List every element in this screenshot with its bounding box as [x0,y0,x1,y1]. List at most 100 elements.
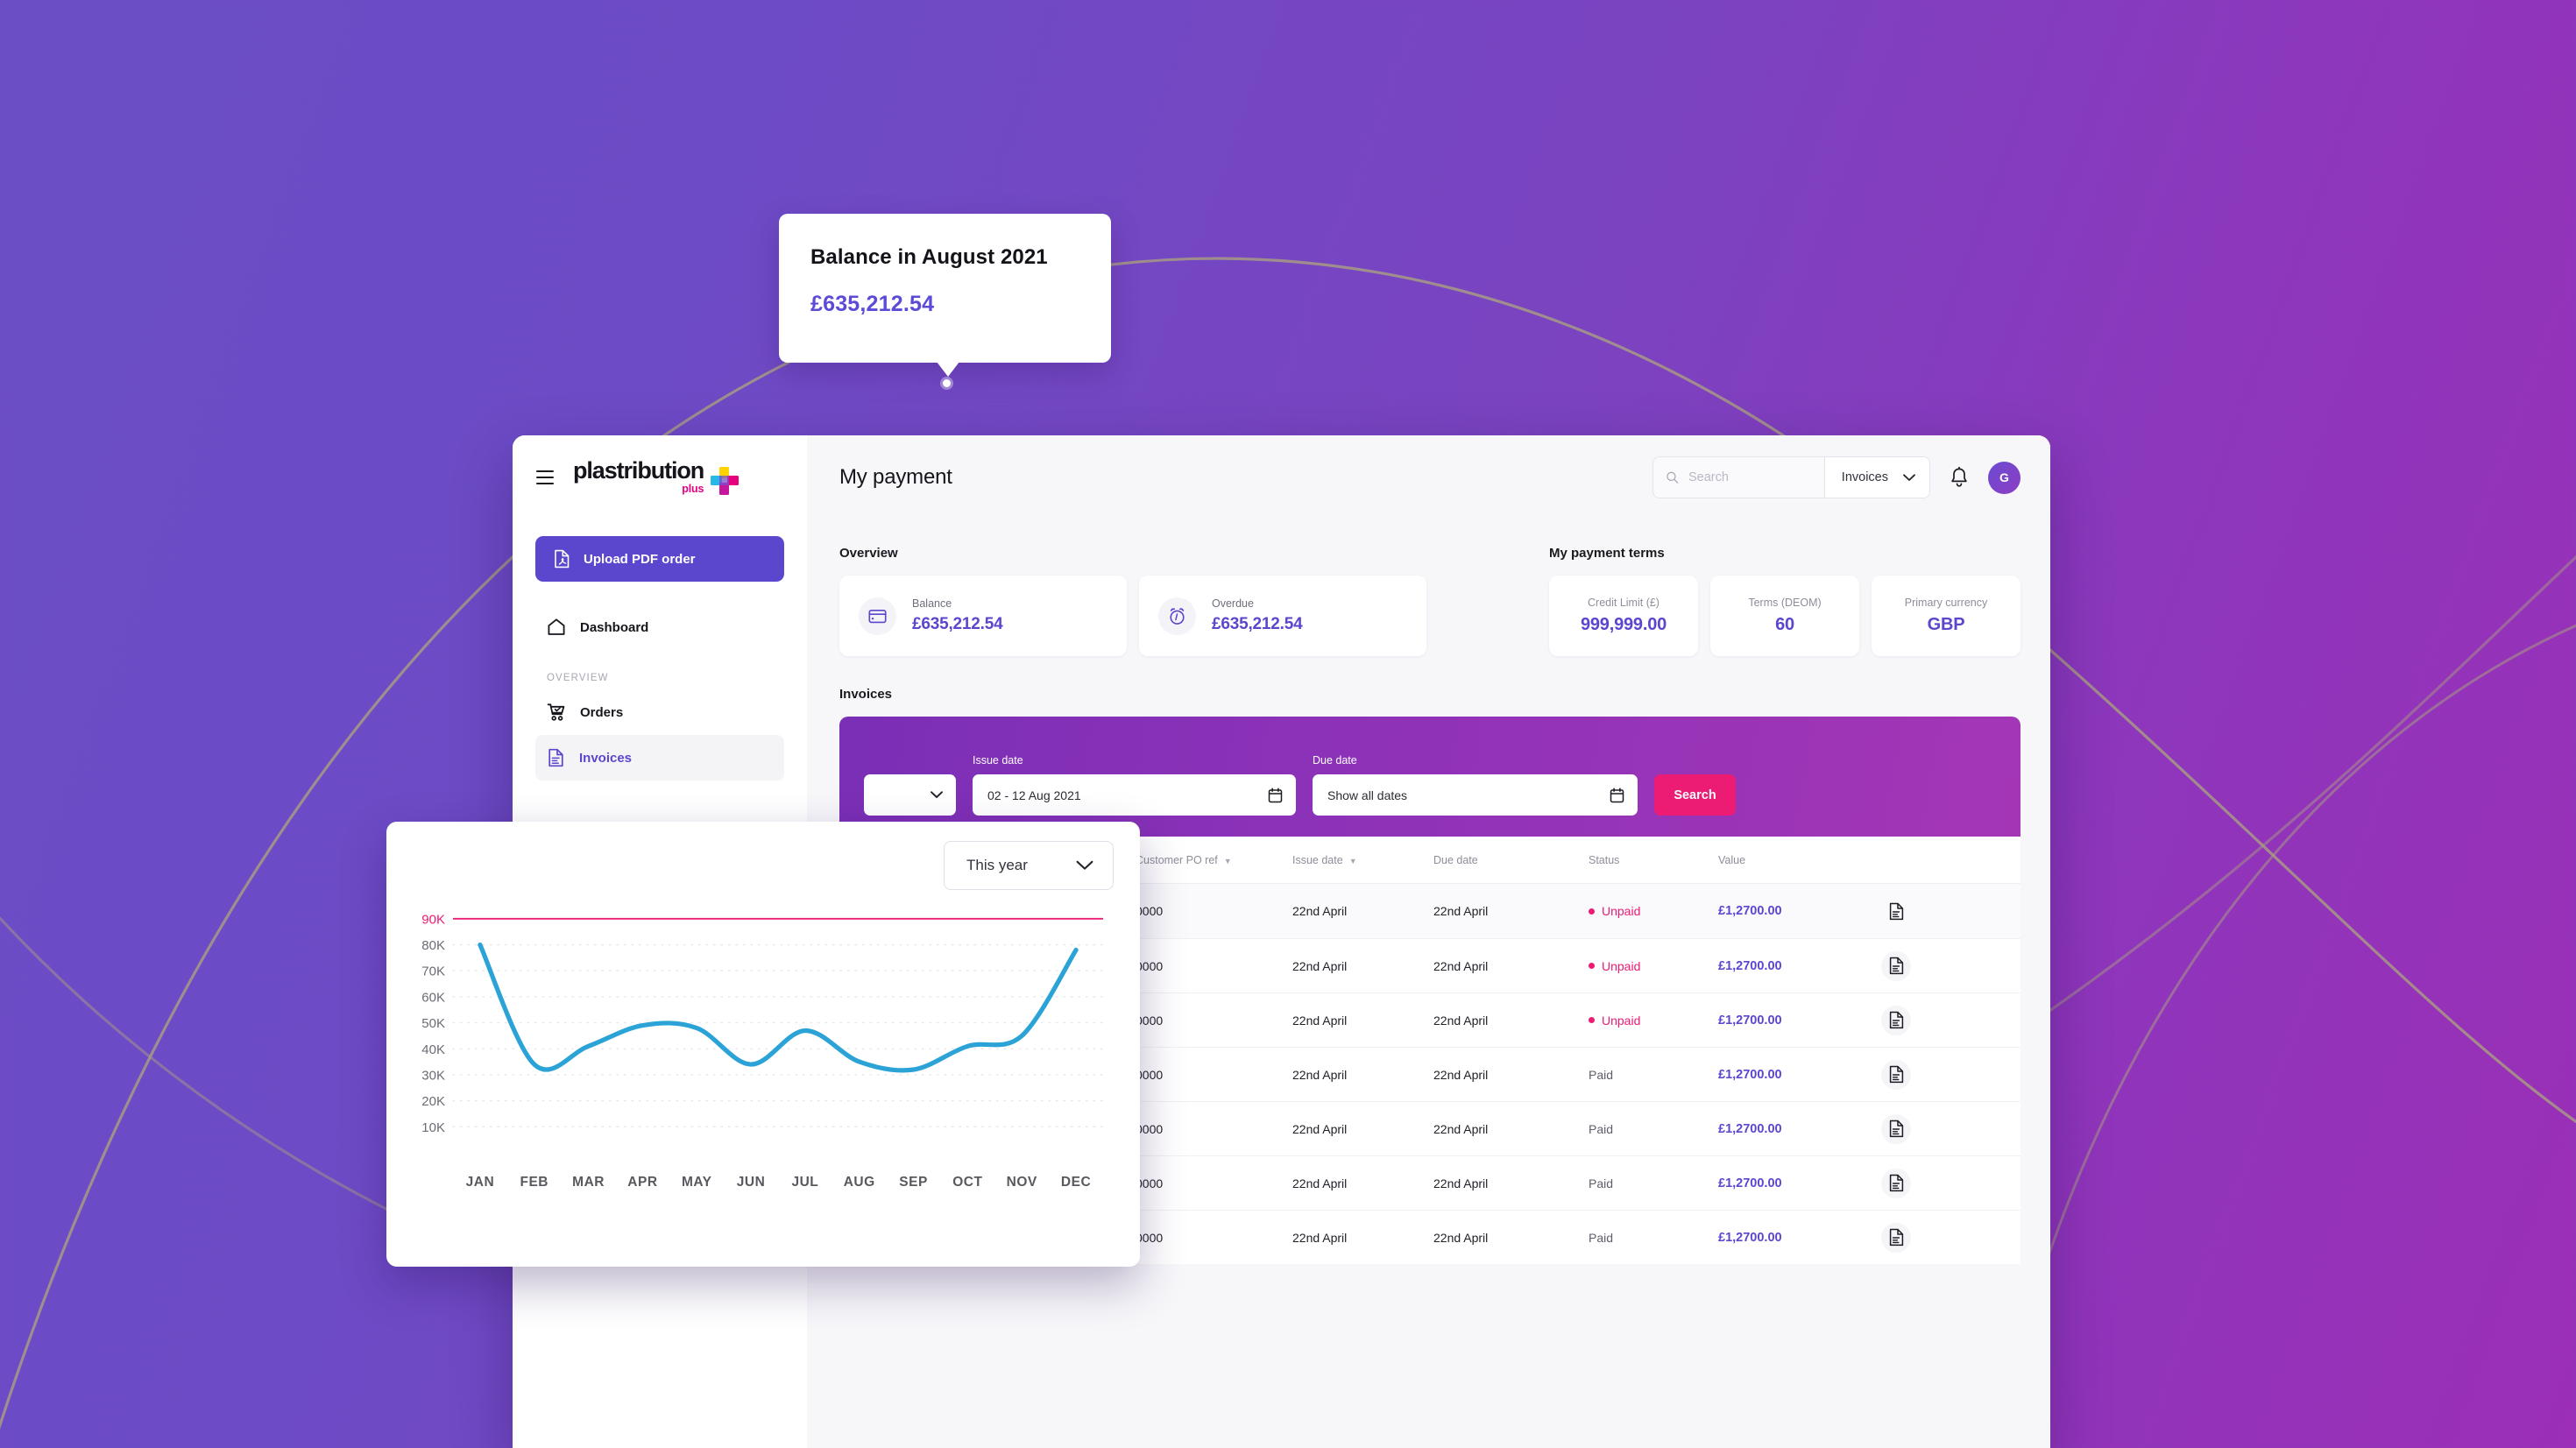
status-badge: Unpaid [1589,959,1718,973]
chevron-down-icon [931,791,943,798]
cell-customer-po-ref: 0000 [1136,1121,1164,1136]
home-icon [548,618,565,635]
y-tick-label: 90K [421,912,445,927]
shopping-cart-icon [547,703,565,721]
cell-value: £1,2700.00 [1718,1230,1782,1245]
status-badge: Paid [1589,1176,1614,1190]
issue-date-input[interactable]: 02 - 12 Aug 2021 [973,774,1296,816]
y-tick-label: 70K [421,964,445,979]
payment-terms-title: My payment terms [1549,546,1665,561]
cell-value: £1,2700.00 [1718,1013,1782,1028]
y-tick-label: 50K [421,1016,445,1031]
calendar-icon [1610,787,1624,802]
credit-card-icon [868,609,887,623]
view-document-button[interactable] [1881,950,1911,981]
document-icon [1889,1011,1903,1029]
scope-select[interactable]: Invoices [1823,457,1929,498]
column-header-value[interactable]: Value [1718,854,1881,866]
upload-pdf-order-button[interactable]: Upload PDF order [535,536,784,582]
document-icon [1889,902,1903,920]
cell-value: £1,2700.00 [1718,958,1782,973]
y-tick-label: 80K [421,938,445,953]
balance-card[interactable]: Balance £635,212.54 [839,576,1127,656]
y-tick-label: 30K [421,1068,445,1083]
chart-range-value: This year [966,857,1028,873]
sidebar-item-invoices[interactable]: Invoices [535,735,784,781]
overdue-card-label: Overdue [1212,597,1254,610]
cell-customer-po-ref: 0000 [1136,1230,1164,1245]
cell-value: £1,2700.00 [1718,1067,1782,1082]
due-date-input[interactable]: Show all dates [1313,774,1638,816]
summary-row: Overview Balance £635,212.54 Overdue £63… [839,546,2020,656]
credit-limit-card: Credit Limit (£) 999,999.00 [1549,576,1698,656]
search-input[interactable] [1688,470,1812,484]
column-header-issue-date[interactable]: Issue date ▼ [1292,854,1433,866]
cell-issue-date: 22nd April [1292,1230,1348,1245]
column-header-status[interactable]: Status [1589,854,1718,866]
chevron-down-icon [1076,860,1093,870]
document-icon [1889,1228,1903,1247]
column-header-customer-po-ref[interactable]: Customer PO ref ▼ [1136,854,1292,866]
notification-bell-icon[interactable] [1950,466,1969,489]
alarm-clock-icon-wrap [1158,597,1196,635]
avatar[interactable]: G [1988,461,2020,494]
due-date-label: Due date [1313,754,1357,766]
due-date-value: Show all dates [1327,788,1408,802]
credit-limit-label: Credit Limit (£) [1588,597,1660,609]
sidebar-item-orders[interactable]: Orders [535,689,784,735]
tooltip-title: Balance in August 2021 [810,245,1048,269]
cell-due-date: 22nd April [1433,1176,1489,1190]
issue-date-filter: Issue date 02 - 12 Aug 2021 [973,754,1296,816]
document-icon [1889,957,1903,975]
overview-block: Overview Balance £635,212.54 Overdue £63… [839,546,1505,656]
x-tick-label: NOV [1006,1175,1037,1190]
balance-card-value: £635,212.54 [912,615,1003,633]
view-document-button[interactable] [1881,896,1911,926]
status-badge: Unpaid [1589,904,1718,918]
overdue-card[interactable]: Overdue £635,212.54 [1139,576,1426,656]
view-document-button[interactable] [1881,1059,1911,1090]
column-header-due-date[interactable]: Due date [1433,854,1589,866]
header-tools: Invoices G [1652,456,2020,498]
cell-due-date: 22nd April [1433,904,1489,918]
primary-currency-value: GBP [1927,615,1965,634]
sort-caret-icon: ▼ [1348,856,1357,865]
filter-type-select[interactable] [864,774,956,816]
brand-zone: plastribution plus [513,435,807,519]
balance-chart-card: This year 90K 80K 70K 60K 50K 40K 30K 20K 10K JA… [386,822,1140,1267]
avatar-initial: G [1999,470,2009,484]
view-document-button[interactable] [1881,1222,1911,1253]
pdf-file-icon [555,549,570,569]
hamburger-menu-icon[interactable] [536,470,554,484]
balance-tooltip-card: Balance in August 2021 £635,212.54 [779,214,1111,363]
view-document-button[interactable] [1881,1168,1911,1198]
x-tick-label: SEP [899,1175,928,1190]
chart-x-axis-labels: JAN FEB MAR APR MAY JUN JUL AUG SEP OCT NOV DEC [413,1175,1114,1190]
header-main: My payment Invoices [807,435,2050,519]
document-icon [1889,1174,1903,1192]
sort-caret-icon: ▼ [1223,856,1232,865]
view-document-button[interactable] [1881,1113,1911,1144]
chart-range-select[interactable]: This year [944,841,1114,890]
terms-deom-value: 60 [1775,615,1794,634]
payment-terms-block: My payment terms Credit Limit (£) 999,99… [1549,546,2020,656]
x-tick-label: MAR [572,1175,605,1190]
cell-issue-date: 22nd April [1292,1176,1348,1190]
sidebar-item-dashboard[interactable]: Dashboard [535,604,784,650]
chevron-down-icon [1903,473,1915,481]
app-logo[interactable]: plastribution plus [573,459,740,496]
view-document-button[interactable] [1881,1005,1911,1035]
cell-customer-po-ref: 0000 [1136,1067,1164,1082]
y-tick-label: 10K [421,1120,445,1135]
overview-cards: Balance £635,212.54 Overdue £635,212.54 [839,576,1505,656]
cell-customer-po-ref: 0000 [1136,904,1164,918]
x-tick-label: AUG [843,1175,875,1190]
sidebar-item-invoices-label: Invoices [579,750,633,766]
search-combo: Invoices [1652,456,1930,498]
invoice-search-button[interactable]: Search [1654,774,1736,816]
alarm-clock-icon [1170,607,1185,625]
search-field[interactable] [1653,457,1824,498]
y-tick-label: 20K [421,1094,445,1109]
x-tick-label: JAN [465,1175,495,1190]
cell-customer-po-ref: 0000 [1136,1176,1164,1190]
